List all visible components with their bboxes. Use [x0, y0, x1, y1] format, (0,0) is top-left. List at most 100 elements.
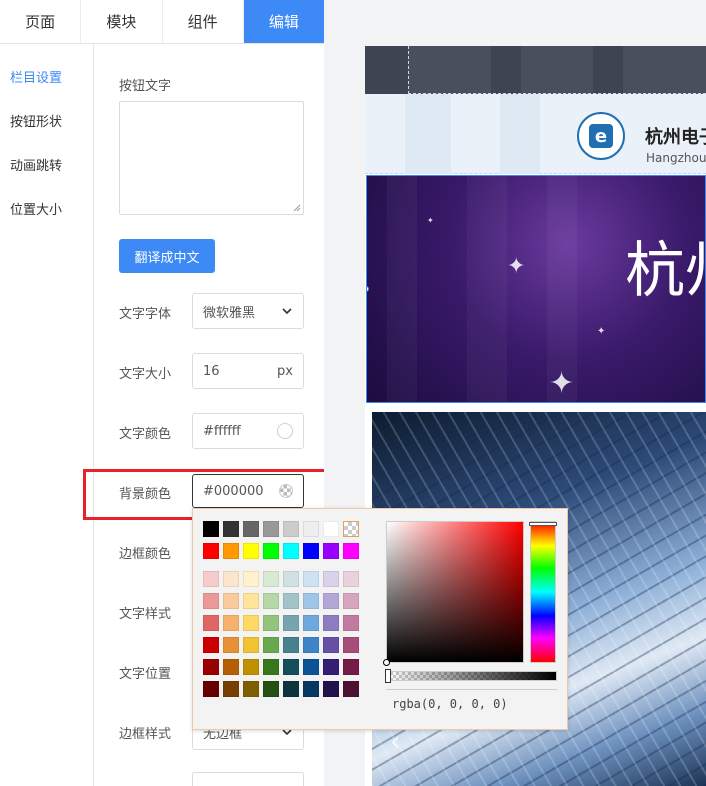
color-swatch[interactable]: [263, 637, 279, 653]
color-swatch[interactable]: [263, 659, 279, 675]
color-swatch[interactable]: [263, 543, 279, 559]
color-swatch[interactable]: [243, 543, 259, 559]
color-swatch[interactable]: [303, 571, 319, 587]
hue-slider[interactable]: [529, 521, 557, 663]
tab-component[interactable]: 组件: [163, 0, 244, 43]
color-swatch[interactable]: [283, 615, 299, 631]
saturation-picker[interactable]: [383, 521, 524, 666]
color-swatch[interactable]: [263, 521, 279, 537]
text-color-input[interactable]: #ffffff: [192, 413, 304, 449]
color-swatch[interactable]: [223, 637, 239, 653]
color-swatch[interactable]: [323, 521, 339, 537]
color-swatch[interactable]: [343, 615, 359, 631]
color-swatch[interactable]: [343, 543, 359, 559]
color-swatch[interactable]: [283, 637, 299, 653]
color-swatch[interactable]: [263, 593, 279, 609]
color-swatch[interactable]: [243, 521, 259, 537]
color-swatch[interactable]: [343, 593, 359, 609]
sidebar-item-position-size[interactable]: 位置大小: [10, 199, 62, 218]
transparent-swatch[interactable]: [343, 521, 359, 537]
resize-grip-icon[interactable]: [293, 204, 301, 212]
color-swatch[interactable]: [323, 659, 339, 675]
hue-handle-icon[interactable]: [529, 522, 557, 526]
color-swatch[interactable]: [243, 681, 259, 697]
sidebar-item-button-shape[interactable]: 按钮形状: [10, 111, 62, 130]
color-swatch[interactable]: [283, 521, 299, 537]
header-stripe: [500, 94, 540, 174]
color-swatch[interactable]: [203, 571, 219, 587]
alpha-handle-icon[interactable]: [385, 669, 391, 683]
color-swatch[interactable]: [343, 681, 359, 697]
preview-topbar[interactable]: [365, 46, 706, 94]
color-swatch[interactable]: [323, 571, 339, 587]
preview-banner[interactable]: ✦ ✦ ✦ ✦ 杭州: [366, 175, 706, 403]
color-swatch[interactable]: [343, 637, 359, 653]
color-swatch[interactable]: [323, 543, 339, 559]
color-swatch[interactable]: [323, 615, 339, 631]
topbar-segment: [365, 46, 408, 94]
color-swatch[interactable]: [223, 543, 239, 559]
color-swatch[interactable]: [203, 521, 219, 537]
color-swatch[interactable]: [263, 681, 279, 697]
color-swatch[interactable]: [243, 593, 259, 609]
color-swatch[interactable]: [283, 543, 299, 559]
color-swatch[interactable]: [243, 659, 259, 675]
color-swatch[interactable]: [283, 681, 299, 697]
color-swatch[interactable]: [283, 571, 299, 587]
color-swatch[interactable]: [263, 571, 279, 587]
color-swatch[interactable]: [203, 681, 219, 697]
color-swatch[interactable]: [203, 593, 219, 609]
color-swatch[interactable]: [283, 659, 299, 675]
tab-module[interactable]: 模块: [81, 0, 163, 43]
color-swatch[interactable]: [323, 593, 339, 609]
color-swatch[interactable]: [303, 593, 319, 609]
color-swatch[interactable]: [223, 521, 239, 537]
preview-header[interactable]: e 杭州电子 Hangzhou: [365, 94, 706, 174]
color-swatch[interactable]: [223, 659, 239, 675]
color-swatch[interactable]: [203, 543, 219, 559]
color-swatch[interactable]: [323, 681, 339, 697]
saturation-cursor-icon[interactable]: [383, 659, 390, 666]
sidebar-nav: 栏目设置 按钮形状 动画跳转 位置大小: [0, 44, 94, 786]
color-swatch[interactable]: [243, 571, 259, 587]
color-swatch[interactable]: [343, 571, 359, 587]
color-swatch[interactable]: [303, 637, 319, 653]
swatch-row: [203, 681, 363, 703]
color-swatch[interactable]: [243, 637, 259, 653]
translate-button[interactable]: 翻译成中文: [119, 239, 215, 273]
next-field-input[interactable]: [192, 772, 304, 786]
color-swatch[interactable]: [203, 637, 219, 653]
tab-edit[interactable]: 编辑: [243, 0, 324, 43]
color-swatch[interactable]: [303, 543, 319, 559]
font-size-input[interactable]: 16 px: [192, 353, 304, 389]
button-text-input[interactable]: [119, 101, 304, 215]
resize-handle-icon[interactable]: [367, 286, 369, 292]
alpha-slider[interactable]: [385, 669, 557, 683]
tab-page[interactable]: 页面: [0, 0, 82, 43]
color-swatch[interactable]: [343, 659, 359, 675]
color-swatch[interactable]: [203, 659, 219, 675]
sidebar-item-animation-link[interactable]: 动画跳转: [10, 155, 62, 174]
sparkle-icon: ✦: [427, 216, 434, 225]
color-swatch[interactable]: [283, 593, 299, 609]
font-family-select[interactable]: 微软雅黑: [192, 293, 304, 329]
color-swatch[interactable]: [223, 571, 239, 587]
color-swatch[interactable]: [303, 521, 319, 537]
color-swatch[interactable]: [223, 615, 239, 631]
text-color-swatch-icon[interactable]: [277, 423, 293, 439]
prev-arrow-icon[interactable]: ‹: [390, 727, 400, 757]
sidebar-item-column-settings[interactable]: 栏目设置: [10, 67, 62, 86]
color-swatch[interactable]: [303, 659, 319, 675]
rgba-value-input[interactable]: rgba(0, 0, 0, 0): [386, 689, 557, 719]
color-swatch[interactable]: [323, 637, 339, 653]
color-swatch[interactable]: [303, 681, 319, 697]
color-swatch[interactable]: [263, 615, 279, 631]
color-swatch[interactable]: [203, 615, 219, 631]
button-text-label: 按钮文字: [119, 79, 172, 94]
border-style-label: 边框样式: [119, 727, 172, 742]
color-swatch[interactable]: [243, 615, 259, 631]
banner-stripe: [387, 176, 417, 402]
color-swatch[interactable]: [223, 593, 239, 609]
color-swatch[interactable]: [223, 681, 239, 697]
color-swatch[interactable]: [303, 615, 319, 631]
